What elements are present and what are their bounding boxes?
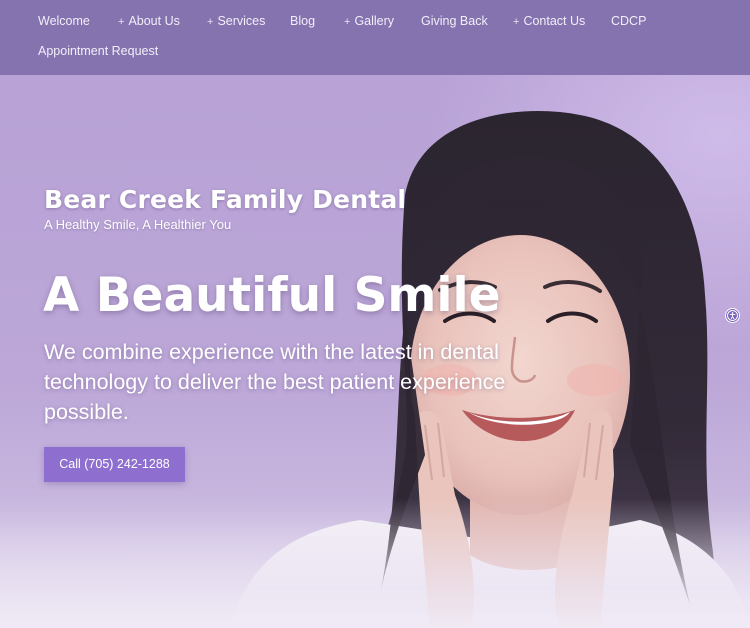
nav-item-giving-back[interactable]: Giving Back [421,14,488,28]
nav-item-label: Gallery [354,14,395,28]
accessibility-icon [727,310,738,321]
nav-item-about-us[interactable]: + About Us [118,14,180,28]
accessibility-button[interactable] [725,308,740,323]
nav-item-label: Contact Us [523,14,586,28]
brand-title: Bear Creek Family Dental [44,185,407,214]
hero-body-text: We combine experience with the latest in… [44,340,506,424]
plus-icon: + [207,16,214,28]
nav-item-appointment-request[interactable]: Appointment Request [38,44,158,58]
nav-item-services[interactable]: + Services [207,14,265,28]
plus-icon: + [513,16,520,28]
nav-item-contact-us[interactable]: + Contact Us [513,14,585,28]
nav-item-welcome[interactable]: Welcome [38,14,90,28]
main-navigation: Welcome + About Us + Services Blog + Galler… [0,0,750,75]
nav-item-cdcp[interactable]: CDCP [611,14,646,28]
brand-tagline: A Healthy Smile, A Healthier You [44,217,232,232]
nav-item-label: Blog [290,14,316,28]
nav-item-label: About Us [128,14,180,28]
nav-item-label: Giving Back [421,14,488,28]
call-button[interactable]: Call (705) 242-1288 [44,447,185,482]
plus-icon: + [118,16,125,28]
nav-item-label: Appointment Request [38,44,159,58]
hero-bottom-fade [0,498,750,628]
page: Welcome + About Us + Services Blog + Galler… [0,0,750,628]
hero-section: Bear Creek Family Dental A Healthy Smile… [0,75,750,628]
plus-icon: + [344,16,351,28]
hero-headline: A Beautiful Smile [43,268,501,323]
nav-item-blog[interactable]: Blog [290,14,315,28]
nav-item-label: Welcome [38,14,90,28]
nav-item-label: Services [217,14,266,28]
nav-item-label: CDCP [611,14,647,28]
nav-item-gallery[interactable]: + Gallery [344,14,394,28]
